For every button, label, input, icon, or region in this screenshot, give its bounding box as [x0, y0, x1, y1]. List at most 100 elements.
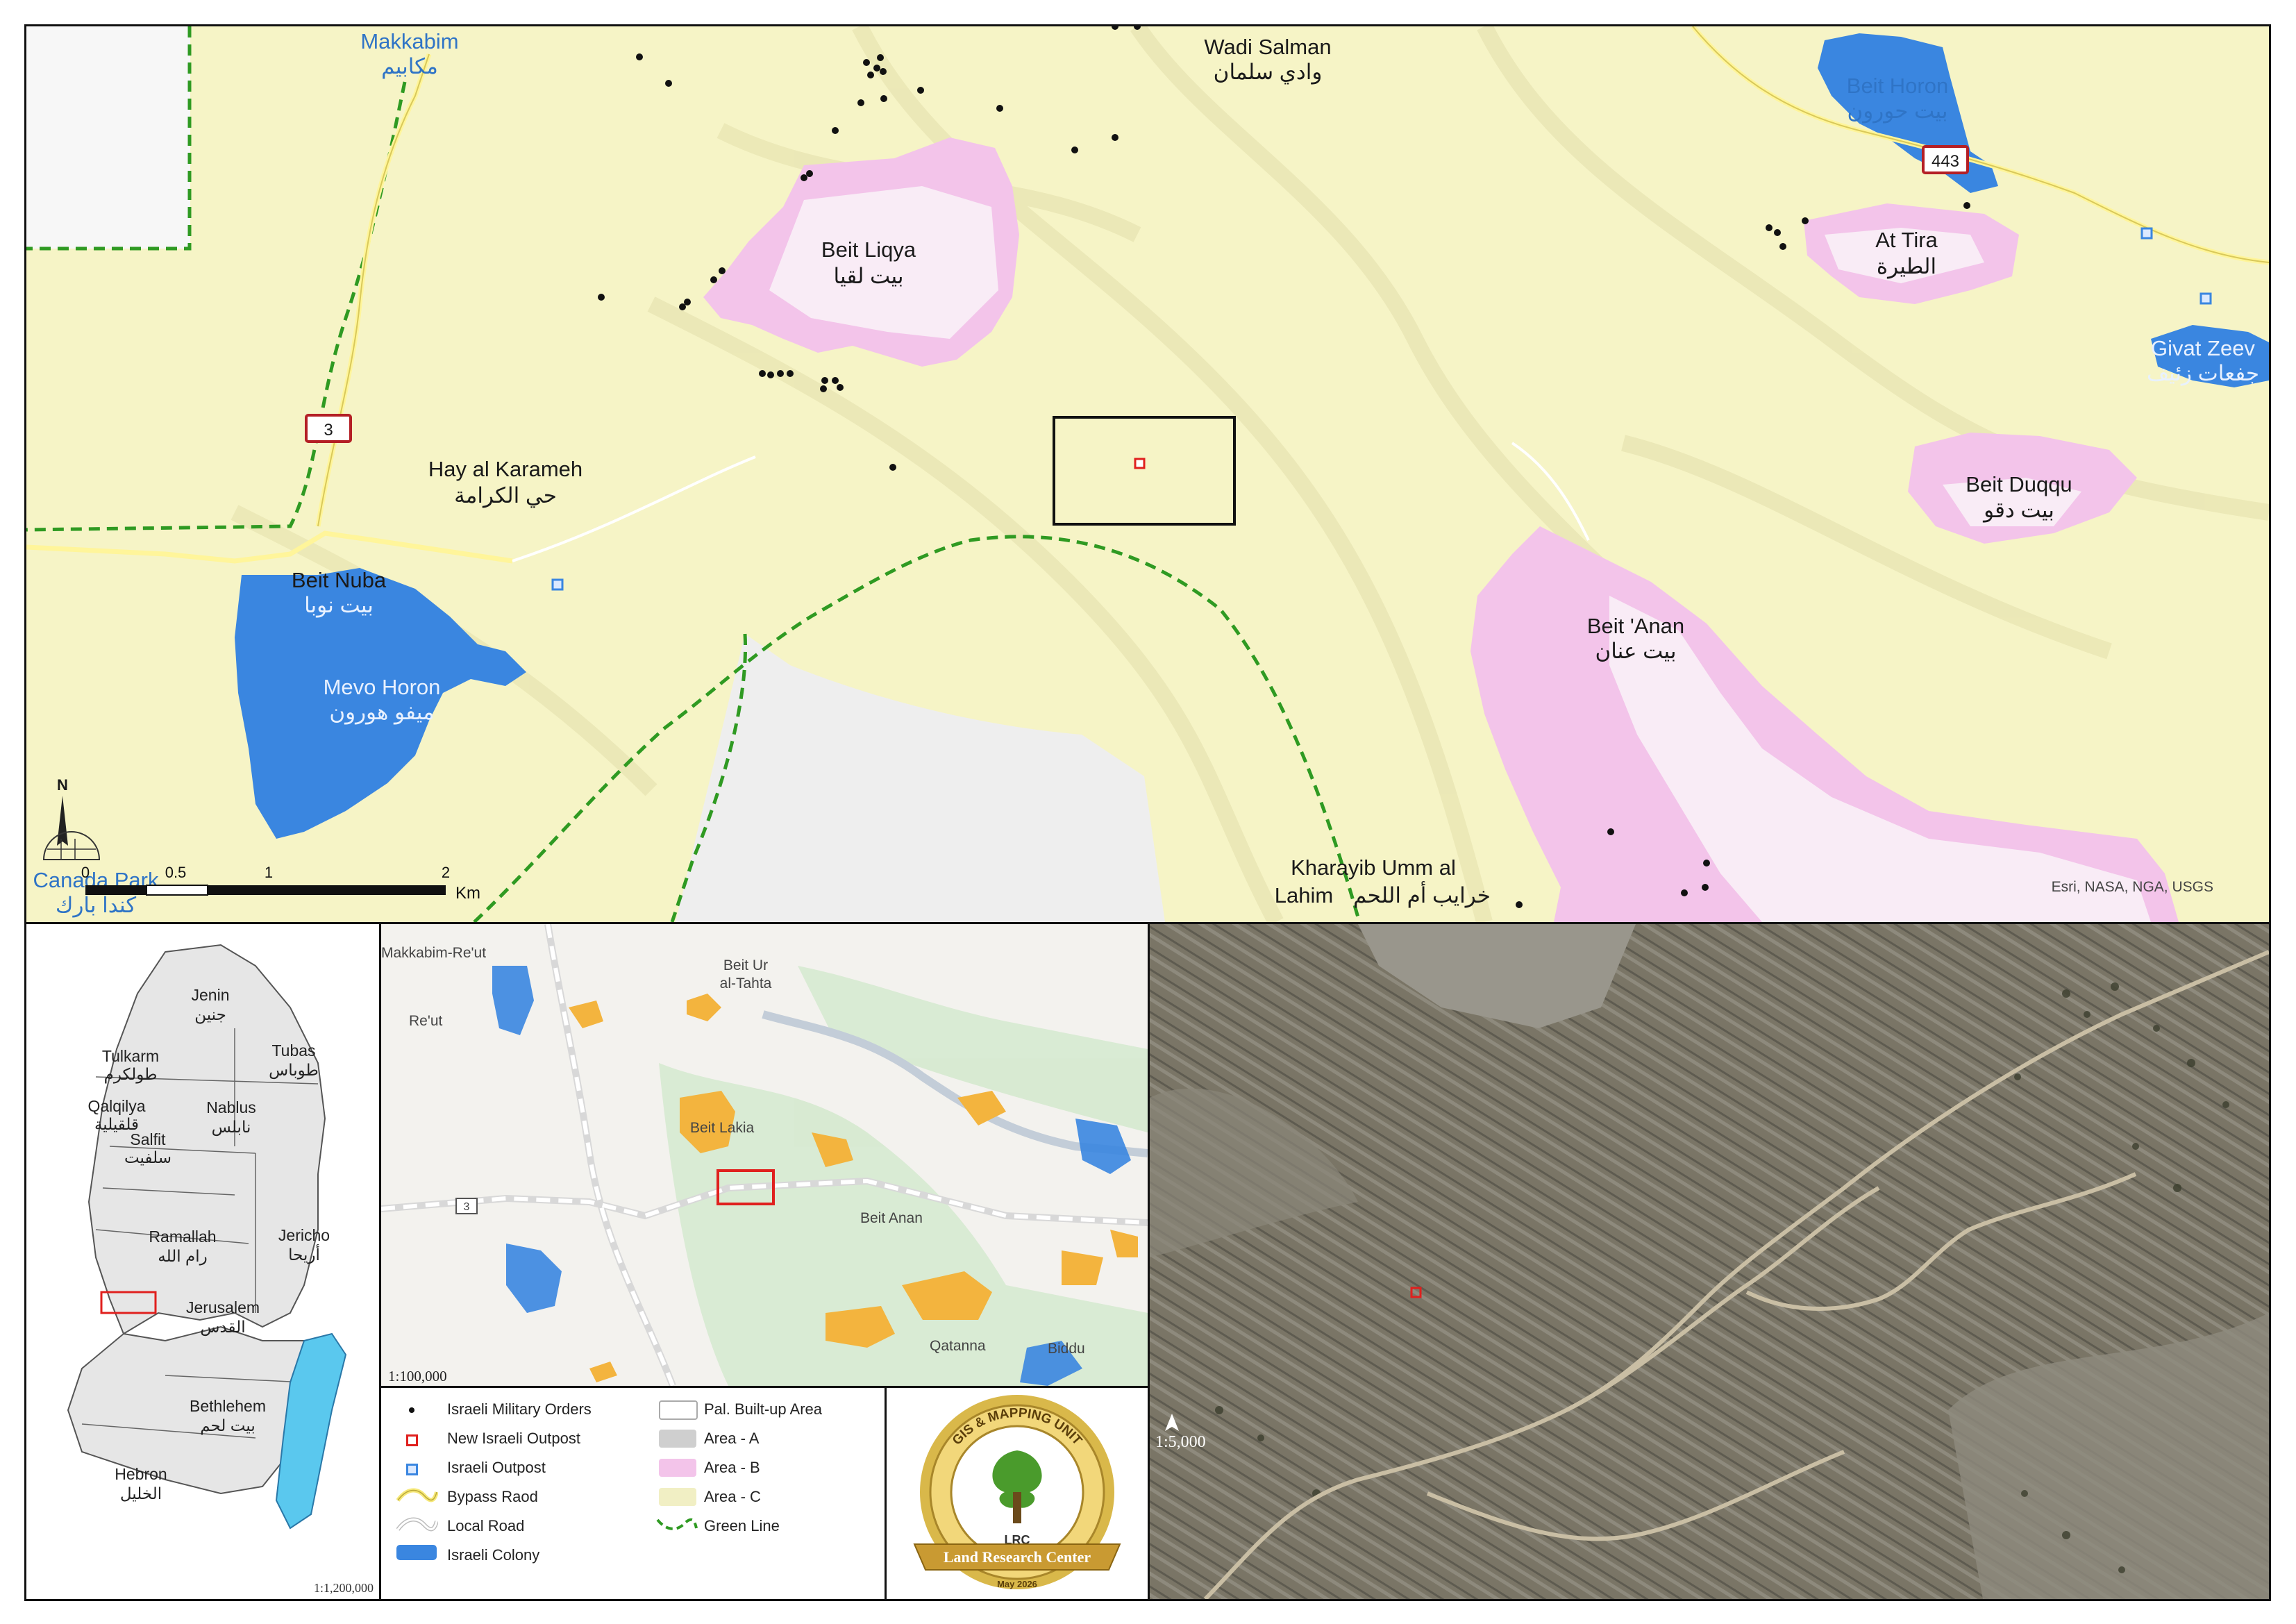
- svg-text:Salfit: Salfit: [130, 1130, 166, 1148]
- israel-area-bottom: [676, 634, 1165, 922]
- svg-text:بيت لحم: بيت لحم: [200, 1416, 255, 1435]
- legend-white-line-icon: [396, 1517, 438, 1532]
- legend-item: Israeli Military Orders: [447, 1400, 592, 1418]
- svg-text:3: 3: [324, 421, 333, 440]
- legend-item: Area - C: [704, 1488, 761, 1505]
- label-hay-al-karameh: Hay al Karameh: [428, 457, 583, 481]
- lrc-seal-icon: LRC GIS & MAPPING UNIT Land Research Cen…: [913, 1395, 1121, 1589]
- svg-text:Ramallah: Ramallah: [149, 1228, 216, 1246]
- svg-text:Beit Anan: Beit Anan: [860, 1210, 923, 1226]
- svg-text:N: N: [57, 776, 68, 794]
- svg-text:Jenin: Jenin: [192, 986, 230, 1004]
- svg-text:Beit Ur: Beit Ur: [723, 957, 768, 973]
- legend-item: Bypass Raod: [447, 1488, 538, 1505]
- svg-text:Jericho: Jericho: [278, 1226, 330, 1244]
- legend-item: Local Road: [447, 1517, 525, 1534]
- svg-text:جنين: جنين: [194, 1005, 226, 1024]
- label-beit-anan: Beit 'Anan: [1587, 614, 1684, 638]
- legend-red-square-icon: [406, 1434, 418, 1446]
- road-shield-443: 443: [1922, 145, 1969, 174]
- legend-item: New Israeli Outpost: [447, 1430, 580, 1447]
- legend-blue-square-icon: [406, 1464, 418, 1475]
- label-mevo-horon: Mevo Horon: [324, 675, 441, 699]
- study-area-box: [1053, 416, 1236, 526]
- svg-text:Biddu: Biddu: [1048, 1341, 1085, 1357]
- satellite-map[interactable]: 1:5,000: [1148, 922, 2271, 1601]
- inset-map[interactable]: 3 Makkabim-Re'ut Re'ut Beit Ur al-Tahta …: [379, 922, 1150, 1388]
- map-credit: Esri, NASA, NGA, USGS: [2052, 879, 2213, 895]
- bypass-road-3: [315, 53, 432, 527]
- label-at-tira-ar: الطيرة: [1877, 254, 1936, 279]
- svg-text:3: 3: [464, 1201, 470, 1213]
- legend-pink-fill-icon: [659, 1459, 696, 1477]
- road-shield-3: 3: [305, 414, 352, 443]
- svg-text:Jerusalem: Jerusalem: [186, 1298, 260, 1316]
- svg-text:القدس: القدس: [200, 1318, 245, 1337]
- svg-text:1:100,000: 1:100,000: [388, 1368, 447, 1384]
- svg-text:رام الله: رام الله: [158, 1247, 207, 1266]
- legend-grey-fill-icon: [659, 1430, 696, 1448]
- legend-blue-fill-icon: [396, 1545, 437, 1560]
- label-kharayib-2: Lahim: [1275, 883, 1333, 907]
- label-beit-liqya: Beit Liqya: [821, 237, 916, 262]
- svg-text:Qatanna: Qatanna: [930, 1338, 986, 1354]
- svg-text:Tulkarm: Tulkarm: [102, 1047, 159, 1065]
- svg-text:Nablus: Nablus: [206, 1098, 256, 1116]
- overview-map[interactable]: Jenin جنين Tubas طوباس Tulkarm طولكرم Qa…: [24, 922, 381, 1601]
- label-at-tira: At Tira: [1875, 228, 1938, 252]
- svg-text:طوباس: طوباس: [269, 1061, 319, 1080]
- legend-item: Pal. Built-up Area: [704, 1400, 822, 1418]
- svg-text:0.5: 0.5: [165, 864, 187, 881]
- label-beit-horon: Beit Horon: [1847, 74, 1948, 98]
- new-outpost-marker: [1134, 458, 1146, 469]
- svg-text:Re'ut: Re'ut: [409, 1013, 443, 1029]
- svg-text:نابلس: نابلس: [212, 1118, 251, 1137]
- svg-text:May 2026: May 2026: [997, 1579, 1037, 1589]
- svg-text:al-Tahta: al-Tahta: [720, 976, 772, 991]
- svg-text:Bethlehem: Bethlehem: [190, 1397, 266, 1415]
- svg-text:Tubas: Tubas: [271, 1041, 315, 1060]
- legend-dot-icon: [409, 1407, 414, 1413]
- legend-item: Israeli Outpost: [447, 1459, 546, 1476]
- legend-yellow-line-icon: [396, 1488, 438, 1502]
- label-wadi-salman: Wadi Salman: [1204, 35, 1331, 59]
- label-makkabim: Makkabim: [360, 29, 458, 53]
- svg-text:Hebron: Hebron: [115, 1465, 167, 1483]
- svg-text:0: 0: [81, 864, 90, 881]
- label-givat-zeev-ar: جفعات زئيف: [2147, 361, 2259, 386]
- svg-text:1:1,200,000: 1:1,200,000: [314, 1581, 374, 1595]
- label-makkabim-ar: مكابيم: [381, 54, 438, 79]
- label-beit-nuba-ar: بيت نوبا: [304, 593, 374, 618]
- svg-text:أريحا: أريحا: [288, 1244, 320, 1264]
- svg-text:Makkabim-Re'ut: Makkabim-Re'ut: [381, 945, 486, 961]
- north-arrow-icon: N: [42, 776, 101, 860]
- label-wadi-salman-ar: وادي سلمان: [1214, 60, 1323, 85]
- svg-text:2: 2: [442, 864, 450, 881]
- label-beit-duqqu: Beit Duqqu: [1966, 472, 2072, 496]
- svg-text:Km: Km: [455, 884, 480, 903]
- svg-text:1:5,000: 1:5,000: [1155, 1433, 1206, 1451]
- legend-item: Green Line: [704, 1517, 780, 1534]
- svg-text:طولكرم: طولكرم: [104, 1065, 158, 1084]
- svg-text:Beit Lakia: Beit Lakia: [690, 1120, 755, 1136]
- svg-text:Land Research Center: Land Research Center: [944, 1548, 1091, 1566]
- svg-text:الخليل: الخليل: [120, 1484, 162, 1502]
- svg-text:443: 443: [1932, 152, 1959, 171]
- legend-white-fill-icon: [659, 1400, 698, 1420]
- label-canada-park-ar: كندا بارك: [56, 893, 136, 918]
- label-beit-nuba: Beit Nuba: [292, 568, 387, 592]
- label-hay-al-karameh-ar: حي الكرامة: [454, 483, 557, 508]
- svg-text:1: 1: [265, 864, 273, 881]
- label-beit-liqya-ar: بيت لقيا: [834, 264, 904, 288]
- label-mevo-horon-ar: ميفو هورون: [329, 700, 434, 725]
- main-map[interactable]: 3 443 Makkabim مكابيم Wadi Salman وادي س…: [24, 24, 2271, 924]
- svg-text:سلفيت: سلفيت: [124, 1148, 171, 1166]
- label-kharayib-ar: خرايب أم اللحم: [1353, 881, 1491, 908]
- israel-area-topleft: [26, 26, 190, 249]
- label-givat-zeev: Givat Zeev: [2151, 336, 2255, 360]
- legend-cream-fill-icon: [659, 1488, 696, 1506]
- label-beit-anan-ar: بيت عنان: [1595, 639, 1676, 663]
- legend: Israeli Military Orders New Israeli Outp…: [379, 1386, 887, 1601]
- legend-item: Area - B: [704, 1459, 760, 1476]
- svg-text:Qalqilya: Qalqilya: [87, 1097, 145, 1115]
